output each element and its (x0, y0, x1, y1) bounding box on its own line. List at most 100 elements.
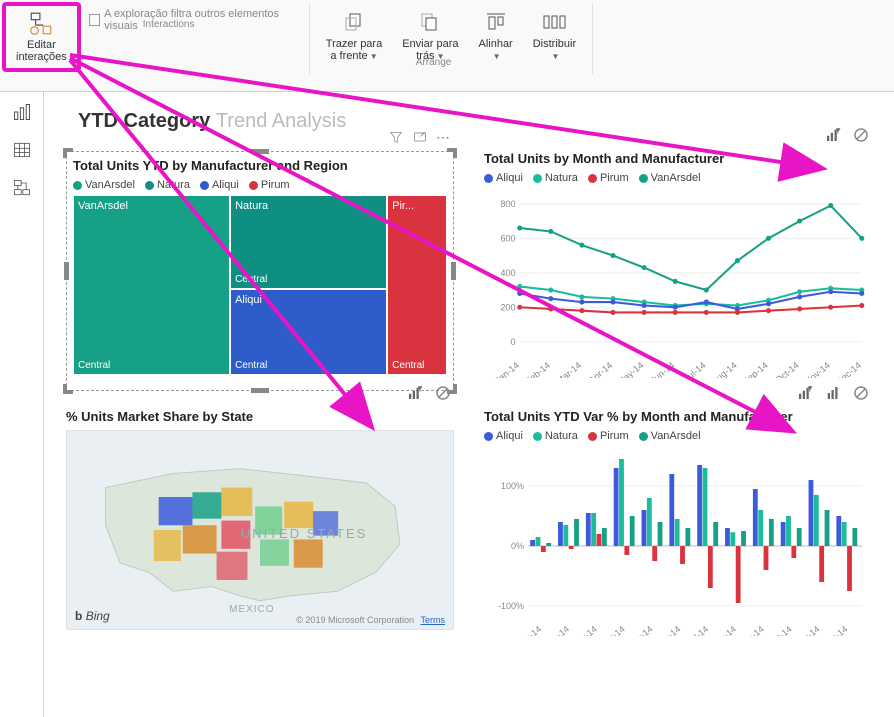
treemap-region-label: Central (78, 360, 110, 371)
legend-item: Natura (157, 179, 190, 191)
svg-text:Jun-14: Jun-14 (649, 360, 677, 378)
report-view-icon[interactable] (12, 102, 32, 122)
svg-text:0: 0 (511, 337, 516, 347)
svg-text:-100%: -100% (498, 601, 524, 611)
resize-handle[interactable] (64, 262, 69, 280)
svg-text:Mar-14: Mar-14 (555, 360, 584, 378)
svg-text:Dec-14: Dec-14 (834, 360, 863, 378)
filter-icon[interactable] (387, 128, 405, 146)
chart-title: % Units Market Share by State (66, 409, 454, 424)
resize-handle[interactable] (451, 262, 456, 280)
report-canvas: YTD Category Trend Analysis ⋯ Total Unit… (44, 92, 894, 717)
ribbon-group-arrange-label: Arrange (416, 57, 452, 68)
interaction-filter-icon[interactable] (404, 383, 426, 403)
interaction-none-icon[interactable] (432, 383, 454, 403)
align-icon (482, 8, 510, 36)
drill-filters-label: A exploração filtra outros elementos vis… (104, 8, 303, 32)
svg-text:0%: 0% (511, 541, 524, 551)
map-terms-link[interactable]: Terms (421, 615, 446, 625)
ribbon-separator (592, 4, 593, 74)
svg-text:Apr-14: Apr-14 (587, 360, 615, 378)
svg-text:May-14: May-14 (616, 360, 646, 378)
visual-line-chart[interactable]: Total Units by Month and Manufacturer Al… (484, 151, 872, 391)
map-copyright: © 2019 Microsoft Corporation Terms (296, 615, 445, 625)
svg-text:Jul-14: Jul-14 (685, 624, 710, 636)
svg-text:Mar-14: Mar-14 (571, 624, 599, 636)
svg-text:Jan-14: Jan-14 (516, 624, 544, 636)
map-body[interactable]: UNITED STATES MEXICO b Bing © 2019 Micro… (66, 430, 454, 630)
model-view-icon[interactable] (12, 178, 32, 198)
legend-item: VanArsdel (651, 430, 701, 442)
legend-item: VanArsdel (651, 172, 701, 184)
map-mexico-label: MEXICO (229, 604, 274, 615)
svg-text:100%: 100% (501, 481, 524, 491)
svg-text:Sep-14: Sep-14 (737, 624, 766, 636)
chart-title: Total Units by Month and Manufacturer (484, 151, 872, 166)
chart-legend: Aliqui Natura Pirum VanArsdel (484, 172, 872, 184)
treemap-cell-label: Pir... (392, 200, 414, 212)
treemap-region-label: Central (235, 360, 267, 371)
legend-item: VanArsdel (85, 179, 135, 191)
ribbon-group-interactions-label: Interactions (143, 19, 195, 30)
legend-item: Natura (545, 430, 578, 442)
svg-text:Aug-14: Aug-14 (709, 624, 738, 636)
interaction-filter-icon[interactable] (794, 383, 816, 403)
legend-item: Natura (545, 172, 578, 184)
treemap-region-label: Central (235, 274, 267, 285)
interactions-icon (27, 11, 55, 37)
page-title: YTD Category Trend Analysis (78, 110, 882, 133)
svg-text:400: 400 (500, 268, 515, 278)
legend-item: Aliqui (212, 179, 239, 191)
visual-map[interactable]: % Units Market Share by State (66, 409, 454, 669)
chart-legend: VanArsdel Natura Aliqui Pirum (73, 179, 447, 191)
interaction-highlight-icon[interactable] (822, 383, 844, 403)
edit-interactions-button[interactable]: Editar interações (2, 2, 81, 72)
svg-text:Apr-14: Apr-14 (600, 624, 627, 636)
bring-forward-button[interactable]: Trazer para a frente▼ (316, 0, 392, 70)
visual-treemap[interactable]: ⋯ Total Units YTD by Manufacturer and Re… (66, 151, 454, 391)
svg-text:Jan-14: Jan-14 (493, 360, 521, 378)
send-backward-icon (416, 8, 444, 36)
distribute-button[interactable]: Distribuir▼ (523, 0, 586, 70)
treemap-cell-label: VanArsdel (78, 200, 128, 212)
resize-handle[interactable] (447, 148, 457, 158)
svg-text:200: 200 (500, 302, 515, 312)
interaction-filter-icon[interactable] (822, 125, 844, 145)
svg-text:Dec-14: Dec-14 (821, 624, 850, 636)
focus-mode-icon[interactable] (411, 128, 429, 146)
chart-title: Total Units YTD Var % by Month and Manuf… (484, 409, 872, 424)
svg-text:Feb-14: Feb-14 (523, 360, 552, 378)
page-title-main: YTD Category (78, 110, 210, 132)
edit-interactions-label: Editar interações (16, 39, 67, 63)
data-view-icon[interactable] (12, 140, 32, 160)
distribute-icon (540, 8, 568, 36)
left-nav-rail (0, 92, 44, 717)
treemap-cell-label: Natura (235, 200, 268, 212)
resize-handle[interactable] (251, 388, 269, 393)
map-country-label: UNITED STATES (241, 526, 368, 541)
legend-item: Aliqui (496, 430, 523, 442)
visual-bar-chart[interactable]: Total Units YTD Var % by Month and Manuf… (484, 409, 872, 669)
align-label: Alinhar (478, 38, 512, 50)
svg-text:May-14: May-14 (625, 624, 654, 636)
svg-text:Aug-14: Aug-14 (710, 360, 739, 378)
interaction-none-icon[interactable] (850, 383, 872, 403)
interaction-none-icon[interactable] (850, 125, 872, 145)
visual-header: ⋯ (387, 128, 453, 146)
bar-chart-svg: -100% 0% 100% Jan-14Feb-14Mar-14Apr-14May-1… (484, 446, 872, 636)
svg-text:Jun-14: Jun-14 (655, 624, 683, 636)
resize-handle[interactable] (63, 384, 73, 394)
legend-item: Pirum (261, 179, 290, 191)
resize-handle[interactable] (251, 149, 269, 154)
legend-item: Pirum (600, 430, 629, 442)
resize-handle[interactable] (63, 148, 73, 158)
svg-text:Oct-14: Oct-14 (767, 624, 794, 636)
svg-text:Jul-14: Jul-14 (682, 360, 708, 378)
bing-logo: b Bing (75, 609, 110, 623)
page-title-sub: Trend Analysis (216, 110, 346, 132)
chart-title: Total Units YTD by Manufacturer and Regi… (73, 158, 447, 173)
align-button[interactable]: Alinhar▼ (468, 0, 522, 70)
treemap-body: VanArsdel Central Natura Central Aliqui … (73, 195, 447, 375)
more-options-icon[interactable]: ⋯ (435, 128, 453, 146)
svg-text:Feb-14: Feb-14 (543, 624, 571, 636)
